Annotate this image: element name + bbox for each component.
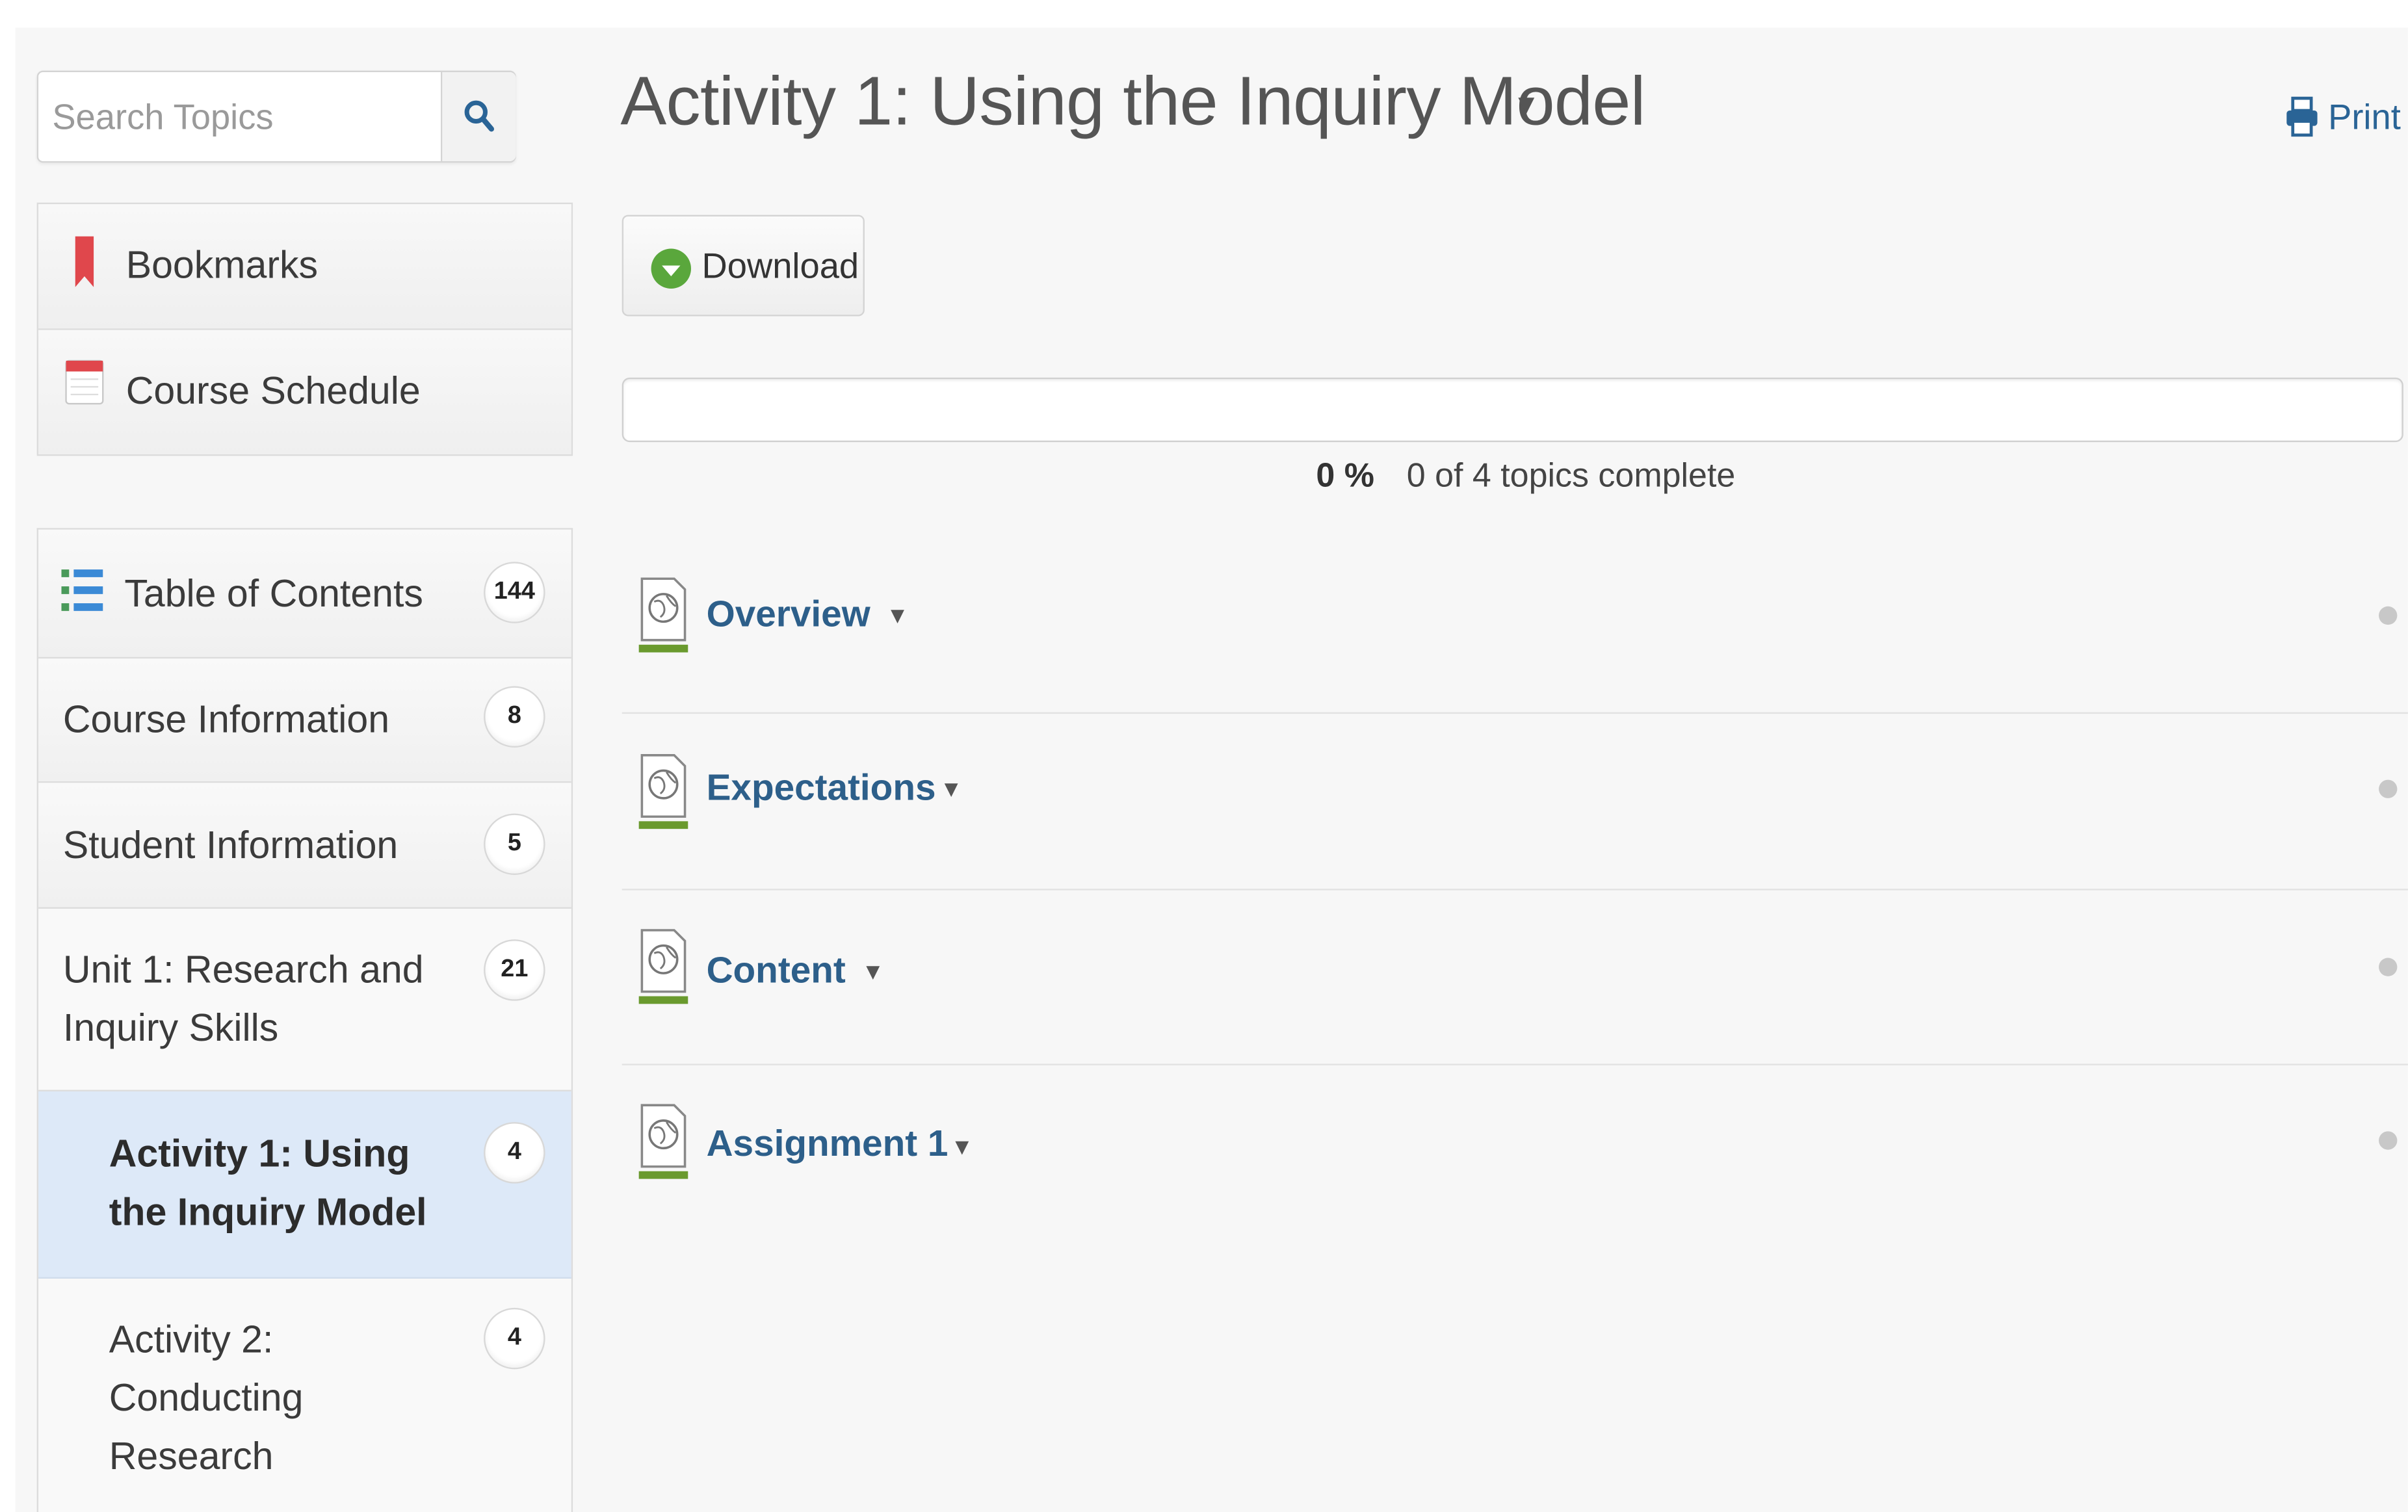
web-page-icon bbox=[638, 754, 688, 829]
page-title: Activity 1: Using the Inquiry Model bbox=[620, 61, 1645, 140]
download-label: Download bbox=[701, 244, 859, 285]
toc-item-label-line-2: the Inquiry Model bbox=[109, 1191, 427, 1234]
bookmarks-label: Bookmarks bbox=[125, 244, 319, 287]
progress-percent: 0 % bbox=[1316, 456, 1374, 495]
progress-bar bbox=[622, 377, 2403, 443]
search-input[interactable] bbox=[38, 72, 441, 161]
topic-menu-caret[interactable]: ▼ bbox=[950, 1134, 973, 1160]
completion-dot bbox=[2379, 606, 2398, 625]
search-button[interactable] bbox=[440, 72, 516, 161]
printer-icon bbox=[2286, 96, 2318, 137]
topic-title[interactable]: Expectations bbox=[707, 768, 936, 811]
course-schedule-label: Course Schedule bbox=[125, 370, 421, 413]
completion-dot bbox=[2379, 779, 2398, 798]
download-button[interactable]: Download bbox=[622, 215, 865, 317]
toc-item-course-information[interactable]: Course Information 8 bbox=[38, 658, 571, 783]
toc-item-label-line-2: Conducting bbox=[109, 1377, 304, 1420]
topic-title[interactable]: Assignment 1 bbox=[707, 1124, 949, 1167]
toc-item-student-information[interactable]: Student Information 5 bbox=[38, 783, 571, 909]
count-badge: 8 bbox=[484, 686, 545, 748]
toc-item-label-line-3: Research bbox=[109, 1435, 274, 1479]
toc-item-activity-1[interactable]: Activity 1: Using the Inquiry Model 4 bbox=[38, 1091, 571, 1279]
topic-row-assignment-1[interactable]: Assignment 1 ▼ bbox=[622, 1065, 2408, 1240]
completion-dot bbox=[2379, 1131, 2398, 1150]
search-box bbox=[36, 70, 516, 163]
toc-item-label: Student Information bbox=[62, 824, 399, 868]
toc-item-table-of-contents[interactable]: Table of Contents 144 bbox=[38, 529, 571, 659]
progress-text: 0 of 4 topics complete bbox=[1406, 456, 1736, 495]
web-page-icon bbox=[638, 1104, 688, 1179]
search-icon bbox=[464, 100, 495, 132]
toc-item-unit-1[interactable]: Unit 1: Research and Inquiry Skills 21 bbox=[38, 908, 571, 1091]
toc-item-label: Table of Contents bbox=[124, 572, 423, 616]
count-badge: 21 bbox=[484, 939, 545, 1001]
bookmark-icon bbox=[75, 236, 94, 287]
count-badge: 144 bbox=[484, 562, 545, 623]
title-menu-caret[interactable]: ▼ bbox=[1513, 89, 1540, 122]
web-page-icon bbox=[638, 929, 688, 1004]
quick-nav: Bookmarks Course Schedule bbox=[36, 202, 573, 456]
topic-row-expectations[interactable]: Expectations ▼ bbox=[622, 715, 2408, 891]
toc-item-label: Course Information bbox=[62, 698, 390, 742]
web-page-icon bbox=[638, 577, 688, 653]
list-icon bbox=[61, 569, 103, 611]
topic-menu-caret[interactable]: ▼ bbox=[861, 959, 884, 985]
completion-dot bbox=[2379, 958, 2398, 976]
download-icon bbox=[651, 248, 691, 289]
topic-title[interactable]: Overview bbox=[707, 594, 870, 637]
app-window: Bookmarks Course Schedule Table of Conte… bbox=[0, 0, 2408, 1512]
toc-nav: Table of Contents 144 Course Information… bbox=[36, 528, 573, 1512]
count-badge: 4 bbox=[484, 1307, 545, 1370]
calendar-icon bbox=[65, 359, 104, 405]
topic-menu-caret[interactable]: ▼ bbox=[886, 603, 909, 629]
toc-item-label-line-1: Activity 2: bbox=[109, 1318, 274, 1362]
print-link[interactable]: Print bbox=[2285, 92, 2401, 142]
topic-title[interactable]: Content bbox=[707, 950, 846, 993]
count-badge: 4 bbox=[484, 1122, 545, 1184]
toc-item-label-line-1: Unit 1: Research and bbox=[62, 948, 424, 992]
count-badge: 5 bbox=[484, 813, 545, 875]
toc-item-label-line-1: Activity 1: Using bbox=[109, 1132, 410, 1176]
toc-item-activity-2[interactable]: Activity 2: Conducting Research 4 bbox=[38, 1279, 571, 1512]
course-schedule-link[interactable]: Course Schedule bbox=[38, 330, 571, 454]
print-label: Print bbox=[2328, 96, 2401, 136]
topic-row-overview[interactable]: Overview ▼ bbox=[622, 539, 2408, 714]
bookmarks-link[interactable]: Bookmarks bbox=[38, 204, 571, 330]
topic-menu-caret[interactable]: ▼ bbox=[940, 777, 963, 803]
topic-row-content[interactable]: Content ▼ bbox=[622, 891, 2408, 1065]
toc-item-label-line-2: Inquiry Skills bbox=[62, 1007, 279, 1050]
